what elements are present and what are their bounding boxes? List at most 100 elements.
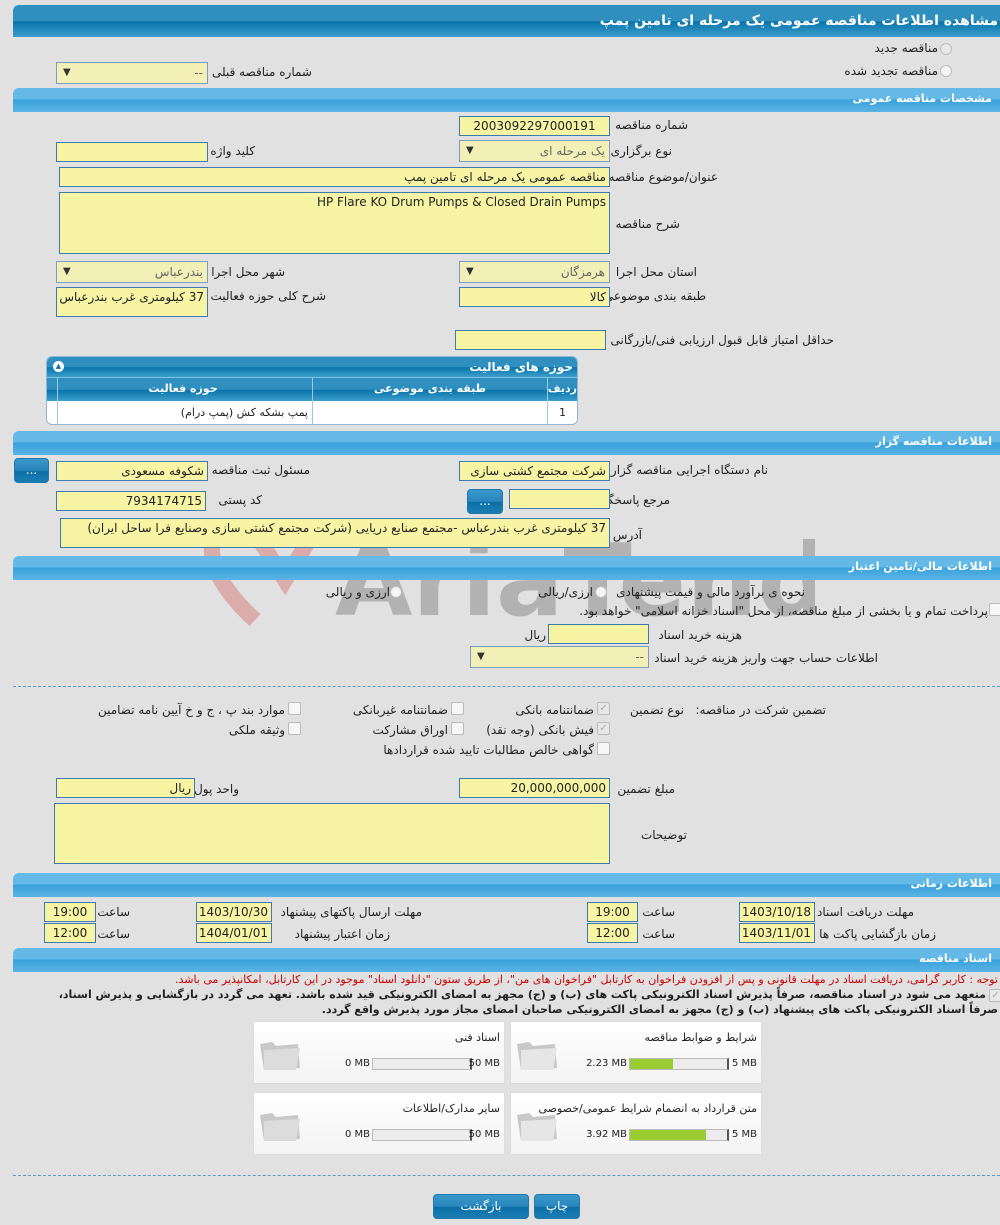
- file-card[interactable]: شرایط و ضوابط مناقصه 2.23 MB 5 MB: [510, 1021, 762, 1084]
- guarantee-bank-checkbox[interactable]: ✓: [597, 702, 610, 715]
- address-field: 37 کیلومتری غرب بندرعباس -مجتمع صنایع در…: [60, 518, 610, 548]
- currency-field: ریال: [56, 778, 195, 798]
- table-row: 1 پمپ بشکه کش (پمپ درام): [47, 401, 577, 424]
- commitment-checkbox[interactable]: ✓: [989, 989, 1000, 1002]
- province-select[interactable]: هرمزگان ▼: [459, 261, 610, 283]
- doc-cost-field: [548, 624, 649, 644]
- notes-label: توضیحات: [640, 828, 687, 842]
- tender-number-field: 2003092297000191: [459, 116, 610, 136]
- back-button[interactable]: بازگشت: [433, 1194, 529, 1219]
- radio-renewed-tender-label: مناقصه تجدید شده: [844, 64, 938, 78]
- radio-estimate-currency-and-rial[interactable]: [390, 586, 402, 598]
- guarantee-bonds-checkbox[interactable]: [451, 722, 464, 735]
- time-label: ساعت: [642, 905, 675, 919]
- guarantee-property-checkbox[interactable]: [288, 722, 301, 735]
- guarantee-option-label: اوراق مشارکت: [372, 723, 448, 737]
- file-progress-fill: [630, 1059, 674, 1069]
- file-max-size: 50 MB: [468, 1129, 500, 1140]
- scope-label: شرح کلی حوزه فعالیت: [210, 289, 327, 303]
- city-select[interactable]: بندرعباس ▼: [56, 261, 208, 283]
- file-max-size: 50 MB: [468, 1058, 500, 1069]
- time-label: ساعت: [97, 927, 130, 941]
- guarantee-option-label: فیش بانکی (وجه نقد): [486, 723, 594, 737]
- cell-row-number: 1: [547, 401, 577, 424]
- treasury-checkbox[interactable]: [989, 603, 1000, 616]
- print-button[interactable]: چاپ: [534, 1194, 580, 1219]
- reference-more-button[interactable]: ...: [467, 489, 503, 514]
- radio-new-tender[interactable]: [940, 43, 952, 55]
- org-name-label: نام دستگاه اجرایی مناقصه گزار: [610, 463, 768, 477]
- commitment-text-line1: متعهد می شود در اسناد مناقصه، صرفاً پذیر…: [58, 988, 986, 1001]
- holding-type-value: یک مرحله ای: [539, 144, 605, 158]
- account-select[interactable]: -- ▼: [470, 646, 649, 668]
- account-label: اطلاعات حساب جهت واریز هزینه خرید اسناد: [654, 651, 878, 665]
- activity-table: حوزه های فعالیت ▲ ردیف طبقه بندی موضوعی …: [46, 356, 578, 425]
- previous-tender-value: --: [194, 66, 203, 80]
- radio-estimate-currency-rial[interactable]: [595, 586, 607, 598]
- submit-deadline-label: مهلت ارسال پاکتهای پیشنهاد: [280, 905, 422, 919]
- time-label: ساعت: [642, 927, 675, 941]
- guarantee-option-label: ضمانتنامه غیربانکی: [352, 703, 448, 717]
- file-used-size: 3.92 MB: [586, 1129, 627, 1140]
- file-progress-bar: [629, 1129, 729, 1141]
- file-progress-fill: [630, 1130, 707, 1140]
- guarantee-label: تضمین شرکت در مناقصه:: [695, 703, 826, 717]
- file-card[interactable]: اسناد فنی 0 MB 50 MB: [253, 1021, 505, 1084]
- treasury-text: پرداخت تمام و یا بخشی از مبلغ مناقصه، از…: [579, 604, 988, 618]
- previous-tender-select[interactable]: -- ▼: [56, 62, 208, 84]
- folder-icon: [517, 1042, 557, 1070]
- opening-label: زمان بازگشایی پاکت ها: [819, 927, 936, 941]
- guarantee-type-label: نوع تضمین: [630, 703, 684, 717]
- postal-label: کد پستی: [218, 493, 263, 507]
- registrar-more-button[interactable]: ...: [14, 458, 49, 483]
- column-row-number: ردیف: [547, 378, 577, 401]
- chevron-down-icon: ▼: [63, 67, 71, 78]
- guarantee-claims-checkbox[interactable]: [597, 742, 610, 755]
- doc-cost-label: هزینه خرید اسناد: [658, 628, 742, 642]
- activity-table-columns: ردیف طبقه بندی موضوعی حوزه فعالیت: [47, 377, 577, 401]
- divider: [13, 1175, 1000, 1176]
- radio-renewed-tender[interactable]: [940, 65, 952, 77]
- keyword-field[interactable]: [56, 142, 208, 162]
- estimate-label: نحوه ی برآورد مالی و قیمت پیشنهادی: [616, 585, 805, 599]
- documents-notice: توجه : کاربر گرامی، دریافت اسناد در مهلت…: [174, 973, 998, 986]
- divider: [13, 686, 1000, 687]
- validity-label: زمان اعتبار پیشنهاد: [294, 927, 390, 941]
- description-label: شرح مناقصه: [615, 217, 680, 231]
- file-title: اسناد فنی: [454, 1031, 500, 1044]
- chevron-down-icon: ▼: [477, 651, 485, 662]
- opening-time: 12:00: [587, 923, 638, 943]
- file-title: سایر مدارک/اطلاعات: [402, 1102, 500, 1115]
- subject-field: مناقصه عمومی یک مرحله ای تامین پمپ: [59, 167, 610, 187]
- collapse-icon[interactable]: ▲: [53, 361, 64, 372]
- city-value: بندرعباس: [154, 265, 203, 279]
- cell-category: [312, 401, 547, 424]
- file-max-size: 5 MB: [731, 1058, 757, 1069]
- description-field: HP Flare KO Drum Pumps & Closed Drain Pu…: [59, 192, 610, 254]
- org-name-field: شرکت مجتمع کشتی سازی: [459, 461, 610, 481]
- guarantee-cash-checkbox[interactable]: ✓: [597, 722, 610, 735]
- guarantee-clauses-checkbox[interactable]: [288, 702, 301, 715]
- folder-icon: [260, 1042, 300, 1070]
- holding-type-select[interactable]: یک مرحله ای ▼: [459, 140, 610, 162]
- province-label: استان محل اجرا: [615, 265, 697, 279]
- file-title: شرایط و ضوابط مناقصه: [644, 1031, 758, 1044]
- file-card[interactable]: سایر مدارک/اطلاعات 0 MB 50 MB: [253, 1092, 505, 1155]
- registrar-field: شکوفه مسعودی: [56, 461, 208, 481]
- section-documents-header: اسناد مناقصه: [13, 948, 1000, 972]
- doc-deadline-time: 19:00: [587, 902, 638, 922]
- validity-time: 12:00: [44, 923, 96, 943]
- opening-date: 1403/11/01: [739, 923, 815, 943]
- province-value: هرمزگان: [560, 265, 605, 279]
- keyword-label: کلید واژه: [210, 144, 255, 158]
- file-card[interactable]: متن قرارداد به انضمام شرایط عمومی/خصوصی …: [510, 1092, 762, 1155]
- section-organizer-header: اطلاعات مناقصه گزار: [13, 431, 1000, 455]
- file-progress-bar: [629, 1058, 729, 1070]
- estimate-option-2: ارزی و ریالی: [325, 585, 390, 599]
- section-financial-header: اطلاعات مالی/تامین اعتبار: [13, 556, 1000, 580]
- file-used-size: 2.23 MB: [586, 1058, 627, 1069]
- cell-activity: پمپ بشکه کش (پمپ درام): [57, 401, 312, 424]
- guarantee-nonbank-checkbox[interactable]: [451, 702, 464, 715]
- file-used-size: 0 MB: [344, 1058, 370, 1069]
- guarantee-option-label: وثیقه ملکی: [228, 723, 285, 737]
